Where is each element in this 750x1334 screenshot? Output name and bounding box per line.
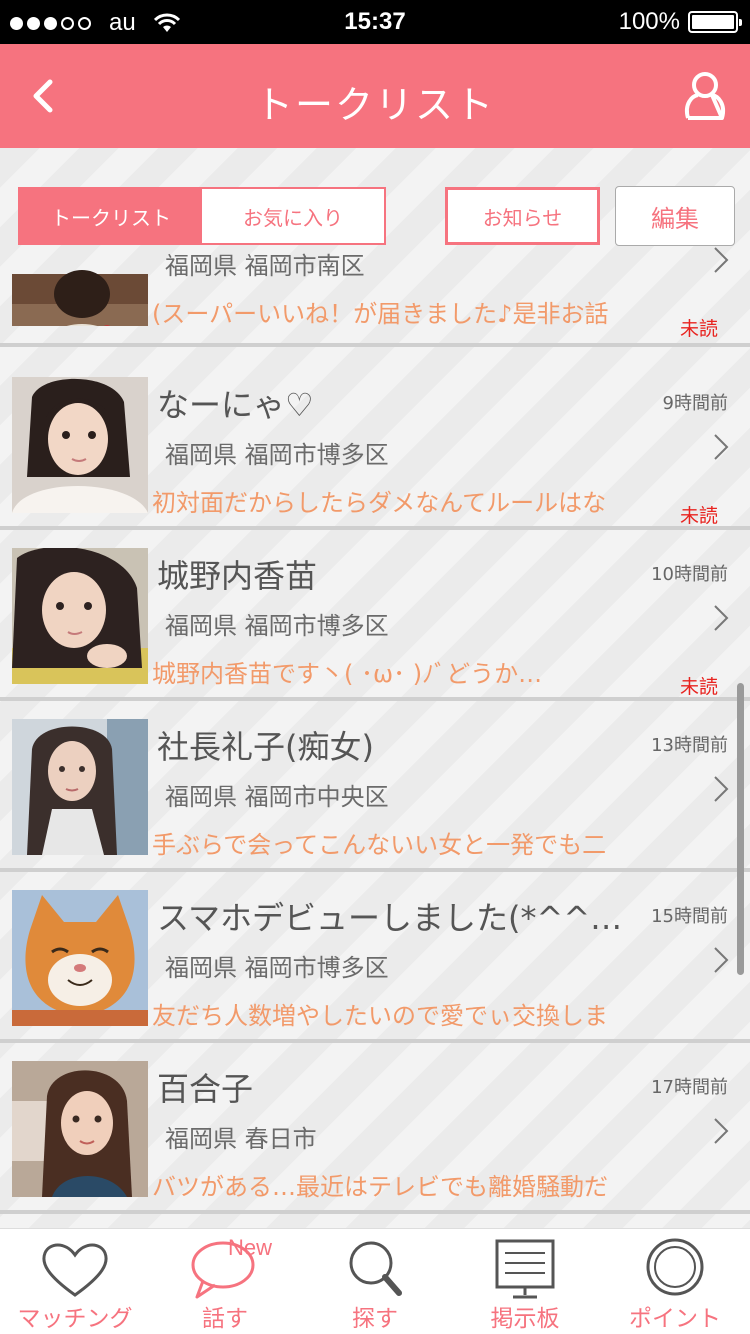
avatar	[12, 890, 148, 1026]
conversation-row[interactable]: 社長礼子(痴女) 13時間前 福岡県 福岡市中央区 手ぶらで会ってこんないい女と…	[0, 705, 750, 872]
contact-name: 百合子	[157, 1070, 254, 1108]
location: 福岡県 春日市	[165, 1125, 317, 1153]
tab-label: 掲示板	[490, 1306, 560, 1332]
conversation-row[interactable]: 福岡県 福岡市南区 (スーパーいいね！が届きました♪是非お話 未読	[0, 246, 750, 347]
chevron-right-icon	[714, 776, 729, 802]
timestamp: 13時間前	[651, 735, 728, 756]
contact-name: 社長礼子(痴女)	[157, 728, 374, 766]
chevron-right-icon	[714, 434, 729, 460]
contact-name: スマホデビューしました(*^^…	[157, 899, 623, 937]
last-message: (スーパーいいね！が届きました♪是非お話	[152, 300, 609, 328]
page-title: トークリスト	[254, 83, 495, 127]
timestamp: 17時間前	[651, 1077, 728, 1098]
tab-label: 探す	[352, 1306, 398, 1332]
unread-badge: 未読	[679, 318, 718, 340]
conversation-row[interactable]: 城野内香苗 10時間前 福岡県 福岡市博多区 城野内香苗です丶( ･ω･ )ﾉﾞ…	[0, 534, 750, 701]
coin-icon	[646, 1238, 704, 1296]
location: 福岡県 福岡市博多区	[165, 954, 389, 982]
segment-tabs: トークリスト お気に入り	[18, 187, 386, 245]
last-message: 友だち人数増やしたいので愛でぃ交換しま	[152, 1002, 608, 1030]
tab-board[interactable]: 掲示板	[450, 1229, 600, 1334]
photo-woman-3-icon	[12, 719, 148, 855]
tab-talk[interactable]: New 話す	[150, 1229, 300, 1334]
avatar	[12, 377, 148, 513]
profile-icon[interactable]	[682, 70, 728, 122]
battery-icon	[688, 11, 742, 33]
chevron-right-icon	[714, 605, 729, 631]
contact-name: なーにゃ♡	[157, 386, 314, 424]
chevron-right-icon	[714, 1118, 729, 1144]
tab-matching[interactable]: マッチング	[0, 1229, 150, 1334]
photo-cat-icon	[12, 890, 148, 1026]
photo-woman-1-icon	[12, 377, 148, 513]
tab-points[interactable]: ポイント	[600, 1229, 750, 1334]
scrollbar[interactable]	[737, 683, 744, 975]
last-message: 城野内香苗です丶( ･ω･ )ﾉﾞどうか…	[152, 660, 543, 688]
navigation-bar: トークリスト	[0, 44, 750, 148]
last-message: 手ぶらで会ってこんないい女と一発でも二	[152, 831, 607, 859]
tab-label: 話す	[202, 1306, 248, 1332]
heart-icon	[42, 1243, 108, 1297]
timestamp: 10時間前	[651, 564, 728, 585]
edit-button[interactable]: 編集	[615, 186, 735, 246]
avatar	[12, 719, 148, 855]
avatar	[12, 548, 148, 684]
tab-talk-list[interactable]: トークリスト	[20, 189, 202, 243]
avatar	[12, 246, 148, 326]
talk-list-content[interactable]: トークリスト お気に入り お知らせ 編集 福岡県 福岡市南区 (スーパーいいね！…	[0, 148, 750, 1228]
location: 福岡県 福岡市博多区	[165, 441, 389, 469]
status-bar: au 15:37 100%	[0, 0, 750, 44]
timestamp: 9時間前	[662, 393, 728, 414]
avatar	[12, 1061, 148, 1197]
tab-favorites[interactable]: お気に入り	[202, 189, 384, 243]
chevron-right-icon	[714, 247, 729, 273]
tab-label: マッチング	[17, 1306, 133, 1332]
notice-button[interactable]: お知らせ	[445, 187, 600, 245]
search-icon	[349, 1241, 402, 1296]
last-message: 初対面だからしたらダメなんてルールはな	[152, 489, 607, 517]
board-icon	[495, 1239, 555, 1299]
conversation-row[interactable]: スマホデビューしました(*^^… 15時間前 福岡県 福岡市博多区 友だち人数増…	[0, 876, 750, 1043]
conversation-row[interactable]: なーにゃ♡ 9時間前 福岡県 福岡市博多区 初対面だからしたらダメなんてルールは…	[0, 363, 750, 530]
location: 福岡県 福岡市南区	[165, 252, 365, 280]
last-message: バツがある…最近はテレビでも離婚騒動だ	[152, 1173, 608, 1201]
location: 福岡県 福岡市中央区	[165, 783, 389, 811]
tab-search[interactable]: 探す	[300, 1229, 450, 1334]
bottom-tab-bar: マッチング New 話す 探す 掲示板 ポイント	[0, 1228, 750, 1334]
photo-woman-4-icon	[12, 1061, 148, 1197]
conversation-row[interactable]: 百合子 17時間前 福岡県 春日市 バツがある…最近はテレビでも離婚騒動だ	[0, 1047, 750, 1214]
location: 福岡県 福岡市博多区	[165, 612, 389, 640]
unread-badge: 未読	[679, 676, 718, 698]
battery-percent: 100%	[618, 8, 680, 35]
new-badge: New	[228, 1235, 273, 1260]
photo-woman-yukata-icon	[12, 270, 148, 326]
timestamp: 15時間前	[651, 906, 728, 927]
unread-badge: 未読	[679, 505, 718, 527]
tab-label: ポイント	[629, 1306, 721, 1332]
contact-name: 城野内香苗	[157, 557, 318, 595]
photo-woman-2-icon	[12, 548, 148, 684]
chevron-right-icon	[714, 947, 729, 973]
